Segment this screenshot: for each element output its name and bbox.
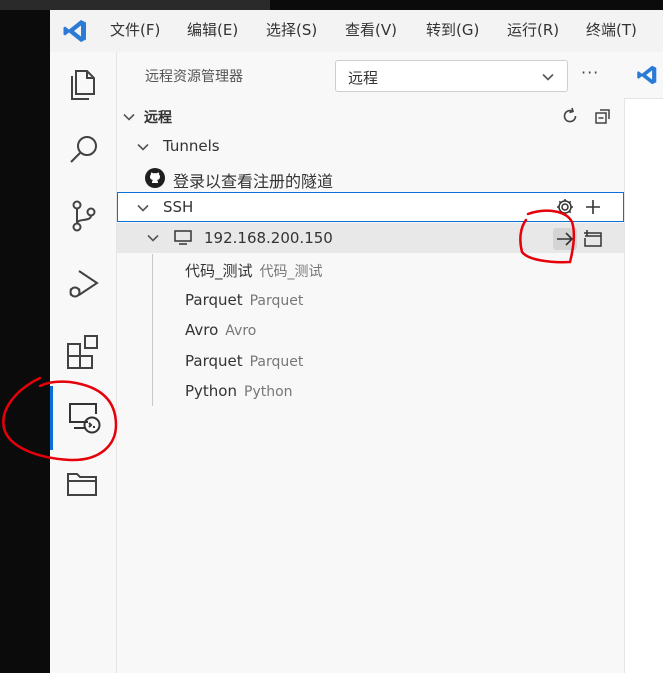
list-item[interactable]: Avro Avro: [185, 320, 256, 339]
folder-path: Parquet: [249, 293, 304, 309]
tunnels-signin-link[interactable]: 登录以查看注册的隧道: [173, 168, 333, 192]
refresh-icon[interactable]: [560, 106, 580, 126]
sidebar-title: 远程资源管理器: [145, 69, 243, 85]
folder-name: Parquet: [185, 291, 243, 309]
folder-name: 代码_测试: [185, 262, 253, 280]
ssh-label[interactable]: SSH: [163, 198, 193, 216]
source-control-icon[interactable]: [62, 194, 106, 238]
vscode-logo-icon: [637, 65, 657, 85]
section-title[interactable]: 远程: [144, 107, 172, 127]
search-icon[interactable]: [62, 128, 106, 172]
folder-name: Avro: [185, 321, 219, 339]
explorer-icon[interactable]: [62, 62, 106, 106]
remote-type-dropdown[interactable]: 远程: [335, 60, 568, 92]
folder-icon[interactable]: [62, 462, 106, 506]
chevron-down-icon: [542, 73, 554, 81]
ssh-host-label[interactable]: 192.168.200.150: [204, 229, 333, 247]
chevron-down-icon[interactable]: [122, 110, 136, 124]
menu-go[interactable]: 转到(G): [426, 19, 479, 40]
editor-tab[interactable]: [624, 52, 663, 99]
menu-selection[interactable]: 选择(S): [266, 19, 317, 40]
list-item[interactable]: 代码_测试 代码_测试: [185, 260, 323, 281]
connect-arrow-icon: [557, 232, 574, 246]
folder-path: Python: [244, 384, 293, 400]
open-new-window-icon[interactable]: [582, 228, 604, 250]
github-icon: [145, 168, 165, 188]
folder-name: Python: [185, 382, 237, 400]
menu-terminal[interactable]: 终端(T): [586, 19, 637, 40]
tree-indent-guide: [152, 254, 153, 406]
tunnels-label[interactable]: Tunnels: [163, 137, 220, 155]
monitor-icon: [174, 230, 192, 245]
list-item[interactable]: Parquet Parquet: [185, 290, 303, 309]
list-item[interactable]: Python Python: [185, 381, 293, 400]
menu-edit[interactable]: 编辑(E): [187, 19, 238, 40]
folder-path: Avro: [225, 323, 257, 339]
folder-path: Parquet: [249, 354, 304, 370]
extensions-icon[interactable]: [62, 330, 106, 374]
dropdown-value: 远程: [348, 69, 379, 87]
run-debug-icon[interactable]: [62, 262, 106, 306]
folder-name: Parquet: [185, 352, 243, 370]
remote-explorer-icon[interactable]: [62, 396, 106, 440]
chevron-down-icon[interactable]: [136, 140, 150, 154]
editor-area: [624, 52, 663, 673]
vscode-logo-icon: [62, 18, 88, 44]
ssh-host-row[interactable]: [117, 223, 624, 253]
menu-view[interactable]: 查看(V): [345, 19, 397, 40]
connect-in-current-window-button[interactable]: [553, 228, 577, 250]
more-actions-button[interactable]: ···: [581, 63, 599, 82]
chevron-down-icon[interactable]: [136, 201, 150, 215]
window-top-strip: [0, 0, 270, 10]
menu-file[interactable]: 文件(F): [110, 19, 160, 40]
gear-icon[interactable]: [555, 197, 575, 217]
chevron-down-icon[interactable]: [146, 231, 160, 245]
collapse-all-icon[interactable]: [593, 106, 613, 126]
menu-run[interactable]: 运行(R): [507, 19, 559, 40]
active-indicator: [50, 386, 53, 450]
folder-path: 代码_测试: [259, 264, 323, 280]
plus-icon[interactable]: [583, 197, 603, 217]
list-item[interactable]: Parquet Parquet: [185, 351, 303, 370]
